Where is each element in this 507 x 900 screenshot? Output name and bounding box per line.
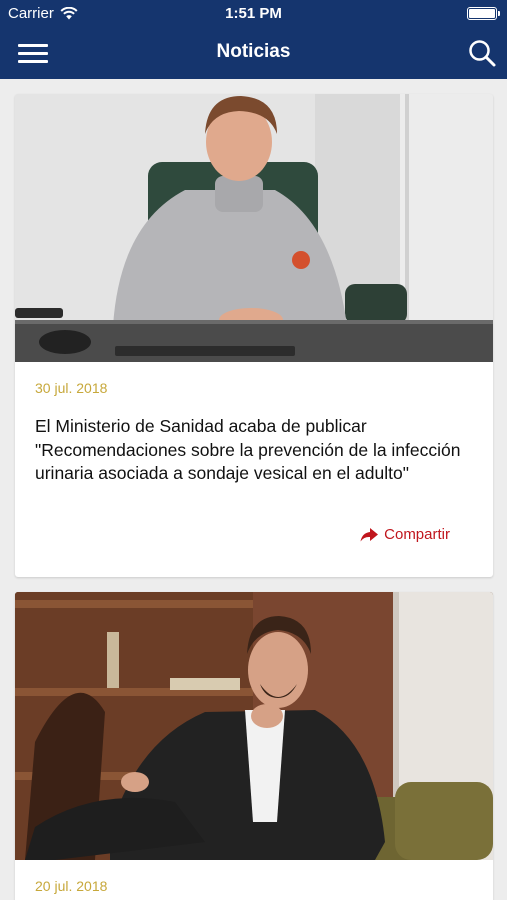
status-time: 1:51 PM <box>225 5 282 22</box>
news-card[interactable]: 30 jul. 2018 El Ministerio de Sanidad ac… <box>15 94 493 577</box>
news-image-man-in-armchair[interactable] <box>15 592 493 860</box>
battery-icon <box>467 7 500 20</box>
status-bar: Carrier 1:51 PM <box>0 0 507 28</box>
news-card[interactable]: 20 jul. 2018 <box>15 592 493 900</box>
share-label: Compartir <box>384 526 450 543</box>
news-feed[interactable]: 30 jul. 2018 El Ministerio de Sanidad ac… <box>0 79 507 900</box>
news-date: 30 jul. 2018 <box>35 380 108 396</box>
nav-bar: Noticias <box>0 28 507 79</box>
news-title[interactable]: El Ministerio de Sanidad acaba de public… <box>35 415 475 486</box>
share-arrow-icon <box>360 527 379 541</box>
search-icon[interactable] <box>467 38 497 68</box>
share-button[interactable]: Compartir <box>360 526 450 543</box>
news-date: 20 jul. 2018 <box>35 878 108 894</box>
page-title: Noticias <box>216 41 291 62</box>
news-image-woman-at-desk[interactable] <box>15 94 493 362</box>
